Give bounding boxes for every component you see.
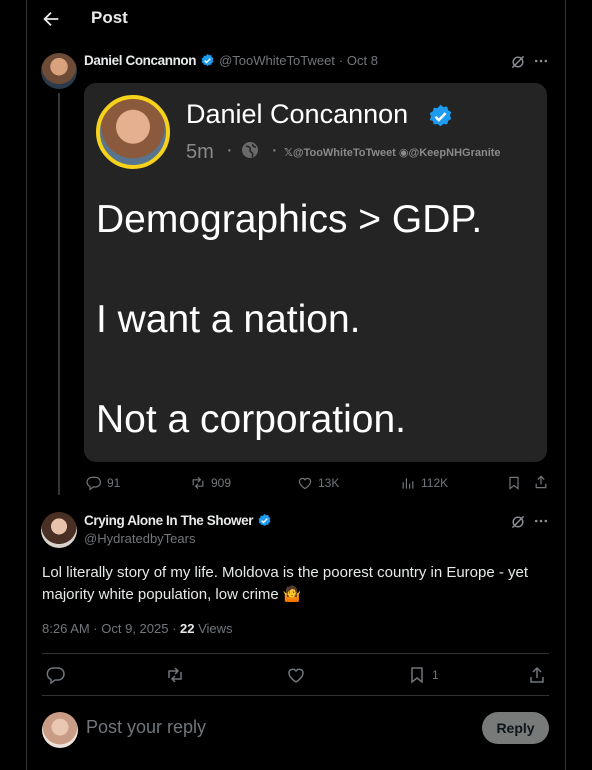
page-title: Post [91, 8, 128, 27]
post-image[interactable]: Daniel Concannon 5m · · 𝕏@TooWhiteToTwee… [84, 83, 547, 462]
more-options-icon[interactable] [533, 513, 549, 529]
reply-input[interactable]: Post your reply [86, 717, 206, 738]
avatar[interactable] [41, 512, 77, 548]
repost-count: 909 [211, 476, 232, 490]
views-label: Views [194, 621, 233, 636]
analytics-icon [402, 478, 414, 489]
card-separator: · [271, 139, 278, 161]
repost-button[interactable] [165, 665, 185, 685]
view-count: 22 [180, 621, 195, 636]
card-text-line: I want a nation. [96, 298, 361, 341]
avatar[interactable] [41, 53, 77, 89]
post-author-row: Daniel Concannon @TooWhiteToTweet · Oct … [84, 53, 378, 68]
reply-count: 91 [107, 476, 121, 490]
post-date[interactable]: · Oct 8 [339, 53, 378, 68]
bookmark-button[interactable]: 1 [407, 665, 439, 685]
thread-line [58, 93, 60, 495]
share-icon [530, 666, 544, 683]
repost-icon [168, 667, 182, 683]
card-separator: · [226, 139, 233, 161]
reply-icon [86, 476, 101, 491]
author-name[interactable]: Daniel Concannon [84, 53, 197, 68]
repost-icon [192, 476, 204, 490]
card-author-name: Daniel Concannon [186, 99, 409, 129]
reply-count-button[interactable]: 91 [86, 475, 120, 491]
like-count: 13K [318, 476, 340, 490]
post-meta: 8:26 AM · Oct 9, 2025 · 22 Views [42, 621, 233, 636]
verified-badge-icon [200, 53, 215, 68]
card-handles: 𝕏@TooWhiteToTweet ◉@KeepNHGranite [284, 147, 501, 159]
author-handle[interactable]: @HydratedbyTears [84, 531, 195, 546]
bookmark-icon[interactable] [506, 475, 522, 491]
avatar [42, 712, 78, 748]
more-options-icon[interactable] [533, 53, 549, 69]
share-button[interactable] [527, 665, 547, 685]
grok-icon[interactable] [510, 54, 526, 70]
share-icon[interactable] [533, 474, 549, 490]
bookmark-count: 1 [432, 668, 439, 682]
author-handle[interactable]: @TooWhiteToTweet [219, 53, 335, 68]
heart-icon [298, 477, 312, 490]
card-time: 5m [186, 141, 214, 163]
views-count: 112K [421, 476, 449, 490]
reply-icon [46, 667, 65, 685]
repost-count-button[interactable]: 909 [190, 475, 231, 491]
bookmark-icon [411, 667, 423, 684]
submit-reply-button[interactable]: Reply [482, 712, 549, 744]
reply-author-row: Crying Alone In The Shower [84, 513, 272, 528]
like-button[interactable] [286, 665, 306, 685]
author-name[interactable]: Crying Alone In The Shower [84, 513, 254, 528]
card-text-line: Not a corporation. [96, 398, 407, 441]
reply-button[interactable] [46, 665, 66, 685]
card-verified-icon [427, 103, 454, 130]
views-count-button[interactable]: 112K [400, 475, 448, 491]
back-arrow-icon[interactable] [40, 8, 62, 30]
like-count-button[interactable]: 13K [297, 475, 339, 491]
post-timestamp[interactable]: 8:26 AM · Oct 9, 2025 · [42, 621, 180, 636]
grok-icon[interactable] [510, 514, 526, 530]
heart-icon [288, 668, 304, 683]
divider [42, 653, 549, 654]
card-text-line: Demographics > GDP. [96, 198, 483, 241]
verified-badge-icon [257, 513, 272, 528]
post-text: Lol literally story of my life. Moldova … [42, 564, 529, 603]
globe-icon [240, 140, 260, 160]
card-avatar [96, 95, 170, 169]
divider [42, 695, 549, 696]
